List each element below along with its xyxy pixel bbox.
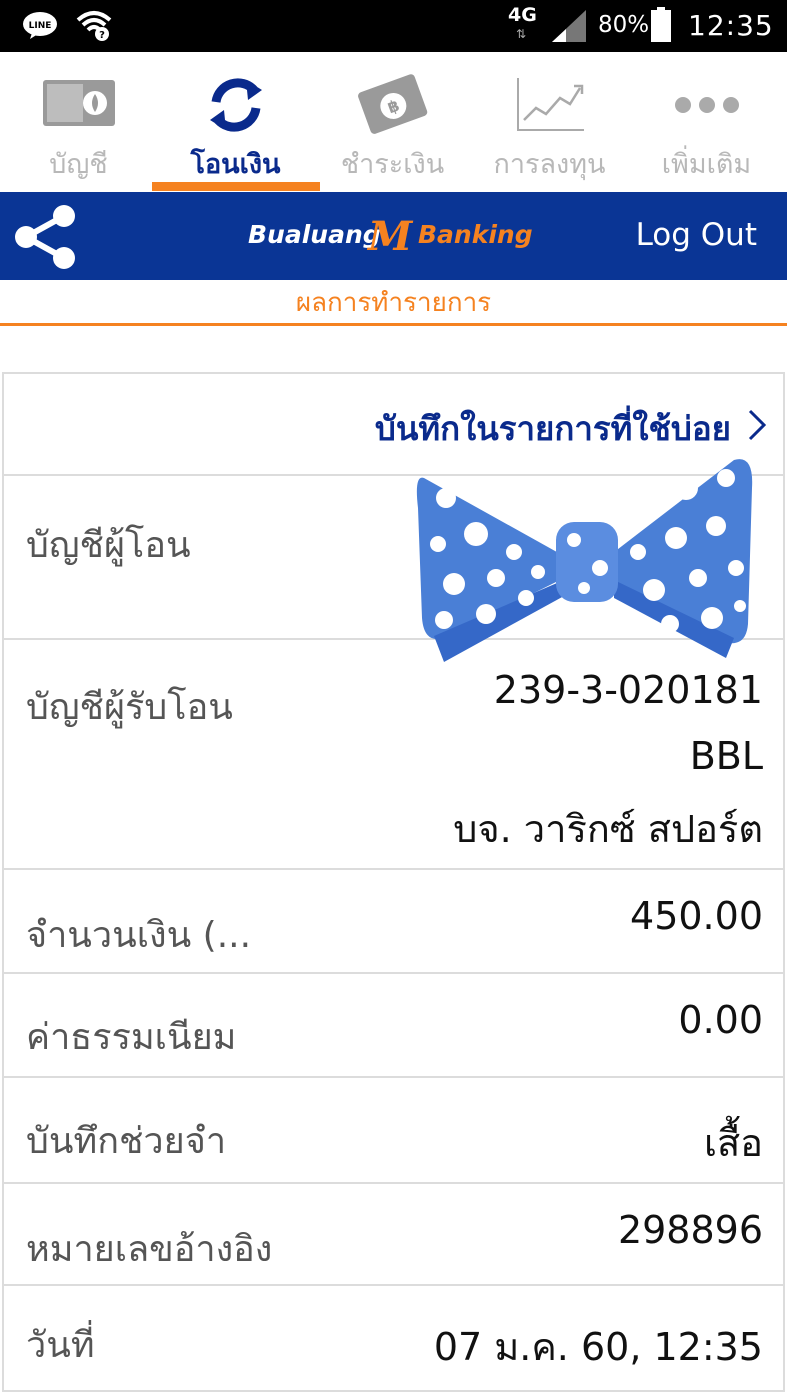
brand-text-banking: Banking xyxy=(418,220,533,249)
transfer-arrows-icon xyxy=(209,78,262,132)
to-account-number: 239-3-020181 xyxy=(493,668,763,712)
main-tab-bar: บัญชี โอนเงิน ฿ ชำระเงิน การลงทุน เพิ่มเ… xyxy=(0,52,787,192)
tab-label: การลงทุน xyxy=(493,149,606,180)
more-dots-icon xyxy=(674,97,739,113)
status-time: 12:35 xyxy=(688,9,774,42)
wallet-icon xyxy=(42,80,115,126)
tab-label: โอนเงิน xyxy=(190,149,281,180)
reference-row: หมายเลขอ้างอิง 298896 xyxy=(4,1184,783,1286)
network-type: 4G xyxy=(508,4,537,26)
tab-label: เพิ่มเติม xyxy=(661,149,752,180)
tab-more[interactable]: เพิ่มเติม xyxy=(628,52,785,192)
tab-label: บัญชี xyxy=(49,149,108,180)
page-title: ผลการทำรายการ xyxy=(0,280,787,326)
tab-investment[interactable]: การลงทุน xyxy=(471,52,628,192)
brand-text: Bualuang xyxy=(248,220,381,249)
memo-row: บันทึกช่วยจำ เสื้อ xyxy=(4,1078,783,1184)
fee-value: 0.00 xyxy=(678,998,763,1042)
tab-accounts[interactable]: บัญชี xyxy=(0,52,157,192)
date-value: 07 ม.ค. 60, 12:35 xyxy=(433,1325,763,1369)
to-bank: BBL xyxy=(689,734,763,778)
logout-button[interactable]: Log Out xyxy=(636,217,757,253)
svg-text:LINE: LINE xyxy=(29,21,52,31)
data-activity-icon: ⇅ xyxy=(516,27,527,41)
bow-tie-sticker xyxy=(416,459,753,662)
to-account-name: บจ. วาริกซ์ สปอร์ต xyxy=(453,807,763,851)
svg-text:?: ? xyxy=(99,30,105,41)
amount-value: 450.00 xyxy=(630,894,763,938)
reference-value: 298896 xyxy=(617,1208,763,1252)
fee-label: ค่าธรรมเนียม xyxy=(26,1017,237,1058)
date-row: วันที่ 07 ม.ค. 60, 12:35 xyxy=(4,1286,783,1390)
brand-m: M xyxy=(368,213,413,260)
battery-percent: 80% xyxy=(598,12,650,38)
to-account-row: บัญชีผู้รับโอน 239-3-020181 BBL บจ. วาริ… xyxy=(4,640,783,870)
tab-payment[interactable]: ฿ ชำระเงิน xyxy=(314,52,471,192)
investment-chart-icon xyxy=(516,78,584,131)
memo-label: บันทึกช่วยจำ xyxy=(26,1121,227,1162)
from-account-label: บัญชีผู้โอน xyxy=(26,525,191,566)
wifi-icon: ? xyxy=(76,11,112,41)
tab-transfer[interactable]: โอนเงิน xyxy=(157,52,314,192)
signal-icon xyxy=(552,10,586,42)
memo-value: เสื้อ xyxy=(703,1121,763,1165)
tab-label: ชำระเงิน xyxy=(340,149,445,180)
bill-payment-icon: ฿ xyxy=(357,74,427,134)
active-tab-indicator xyxy=(152,182,320,191)
status-bar: LINE ? 4G ⇅ 80% 12:35 xyxy=(0,0,787,52)
fee-row: ค่าธรรมเนียม 0.00 xyxy=(4,974,783,1078)
to-account-label: บัญชีผู้รับโอน xyxy=(26,687,233,728)
battery-icon xyxy=(651,7,671,42)
amount-row: จำนวนเงิน (... 450.00 xyxy=(4,870,783,974)
line-app-icon: LINE xyxy=(23,12,57,39)
amount-label: จำนวนเงิน (... xyxy=(26,915,252,956)
bualuang-mbanking-logo: Bualuang M Banking xyxy=(246,213,546,260)
reference-label: หมายเลขอ้างอิง xyxy=(26,1229,273,1270)
chevron-right-icon xyxy=(748,409,767,441)
share-icon[interactable] xyxy=(12,204,78,270)
date-label: วันที่ xyxy=(26,1325,95,1366)
